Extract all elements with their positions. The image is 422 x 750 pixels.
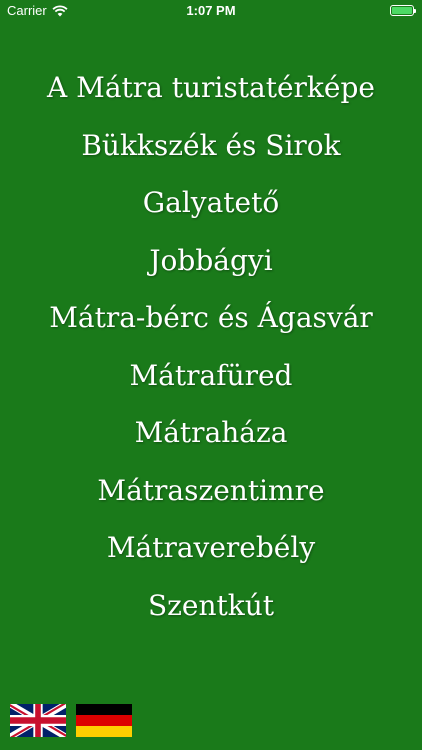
menu-item-matra-berc-agasvar[interactable]: Mátra-bérc és Ágasvár	[0, 289, 422, 347]
menu-item-matra-map[interactable]: A Mátra turistatérképe	[0, 59, 422, 117]
menu-item-matrafured[interactable]: Mátrafüred	[0, 347, 422, 405]
german-flag-icon[interactable]	[76, 704, 132, 737]
menu-item-matrahaza[interactable]: Mátraháza	[0, 404, 422, 462]
menu-item-jobbagyi[interactable]: Jobbágyi	[0, 232, 422, 290]
status-time: 1:07 PM	[186, 3, 236, 18]
menu-item-szentkut[interactable]: Szentkút	[0, 577, 422, 635]
language-selector	[10, 704, 132, 737]
menu-item-bukkszek-sirok[interactable]: Bükkszék és Sirok	[0, 117, 422, 175]
menu-item-matraverebely[interactable]: Mátraverebély	[0, 519, 422, 577]
battery-fill	[392, 7, 412, 14]
uk-flag-icon[interactable]	[10, 704, 66, 737]
location-menu: A Mátra turistatérképe Bükkszék és Sirok…	[0, 59, 422, 634]
menu-item-galyateto[interactable]: Galyatető	[0, 174, 422, 232]
battery-icon	[390, 5, 416, 16]
menu-item-matraszentimre[interactable]: Mátraszentimre	[0, 462, 422, 520]
status-bar: Carrier 1:07 PM	[0, 0, 422, 22]
